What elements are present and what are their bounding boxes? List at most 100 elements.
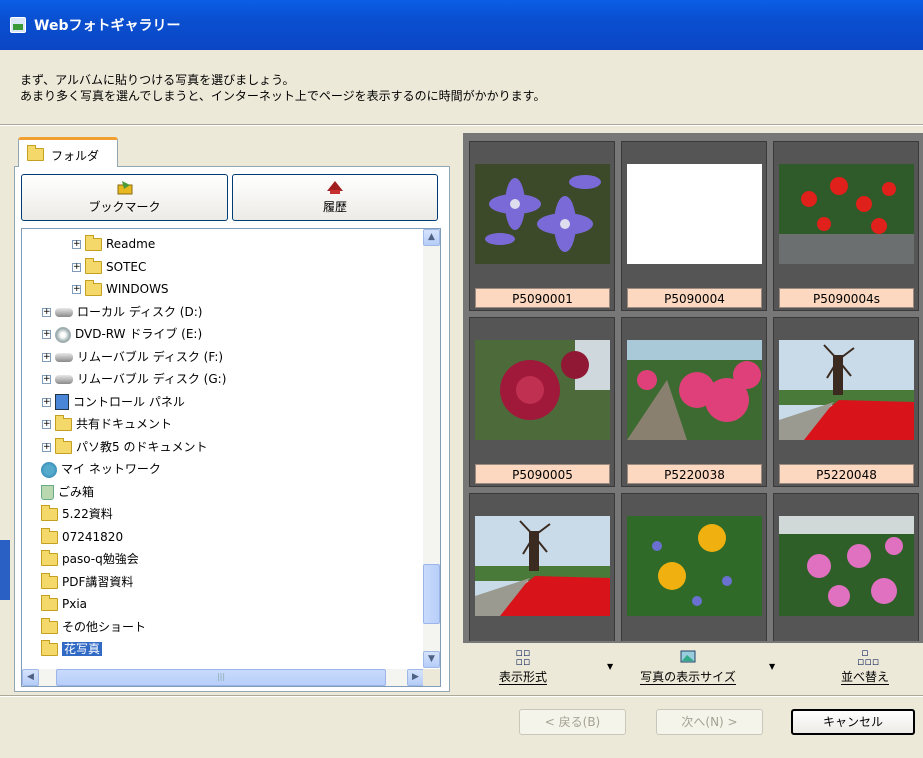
- scroll-up-button[interactable]: ▲: [423, 229, 440, 246]
- horizontal-scrollbar[interactable]: ◀ ||| ▶: [22, 669, 424, 686]
- tree-item[interactable]: ごみ箱: [28, 481, 94, 503]
- photo-image: [475, 516, 610, 616]
- title-bar[interactable]: Webフォトギャラリー: [0, 0, 923, 50]
- photo-size-dropdown-icon[interactable]: ▼: [769, 662, 775, 671]
- history-label: 履歴: [322, 200, 347, 214]
- divider: [0, 124, 923, 126]
- vertical-scrollbar[interactable]: ▲ ▼: [423, 229, 440, 668]
- tree-item-label: マイ ネットワーク: [61, 462, 161, 476]
- tab-folder[interactable]: フォルダ: [18, 137, 118, 167]
- photo-size-button[interactable]: 写真の表示サイズ: [623, 648, 753, 685]
- expand-icon[interactable]: +: [42, 307, 51, 317]
- view-toolbar: ▫▫ ▫▫ 表示形式 ▼ 写真の表示サイズ ▼ ▫ ▫▫▫ 並べ替え: [463, 646, 923, 694]
- tree-item[interactable]: 07241820: [28, 526, 123, 548]
- view-format-button[interactable]: ▫▫ ▫▫ 表示形式: [483, 646, 563, 685]
- photo-caption: P5220038: [627, 464, 762, 484]
- folder-tree[interactable]: + Readme + SOTEC + WINDOWS + ローカル ディスク (D:) + DVD…: [21, 228, 441, 687]
- tree-item[interactable]: Pxia: [28, 593, 87, 615]
- tree-item[interactable]: paso-q勉強会: [28, 548, 139, 570]
- expand-icon[interactable]: +: [42, 352, 51, 362]
- tree-item-label: paso-q勉強会: [62, 552, 139, 566]
- photo-image: [779, 340, 914, 440]
- photo-thumbnail[interactable]: [469, 493, 615, 641]
- history-icon: [327, 181, 343, 194]
- photo-thumbnail[interactable]: P5090004s: [773, 141, 919, 311]
- tree-item[interactable]: + SOTEC: [72, 256, 146, 278]
- horizontal-scroll-thumb[interactable]: |||: [56, 669, 386, 686]
- history-button[interactable]: 履歴: [232, 174, 438, 221]
- tree-item[interactable]: 5.22資料: [28, 503, 113, 525]
- back-button[interactable]: < 戻る(B): [519, 709, 626, 735]
- scroll-down-button[interactable]: ▼: [423, 651, 440, 668]
- photo-thumbnail[interactable]: P5090001: [469, 141, 615, 311]
- tree-item[interactable]: 花写真: [28, 638, 103, 660]
- scroll-corner: [423, 669, 440, 686]
- tree-item[interactable]: + Readme: [72, 233, 155, 255]
- instruction-line-2: あまり多く写真を選んでしまうと、インターネット上でページを表示するのに時間がかか…: [20, 89, 546, 103]
- tree-item-label: PDF講習資料: [62, 574, 134, 589]
- tree-item[interactable]: + リムーバブル ディスク (G:): [42, 368, 226, 390]
- next-button[interactable]: 次へ(N) >: [656, 709, 763, 735]
- photo-caption: P5090004: [627, 288, 762, 308]
- view-grid-icon: ▫▫ ▫▫: [515, 646, 531, 668]
- expand-icon[interactable]: +: [72, 285, 81, 294]
- folder-icon: [41, 505, 58, 521]
- photo-thumbnail[interactable]: P5090005: [469, 317, 615, 487]
- tree-item-label: Readme: [106, 237, 156, 251]
- folder-icon: [41, 595, 58, 611]
- photo-image: [627, 340, 762, 440]
- expand-icon[interactable]: +: [72, 240, 81, 249]
- photo-image: [475, 340, 610, 440]
- tree-item-label: ローカル ディスク (D:): [77, 304, 203, 319]
- photo-thumbnail[interactable]: [773, 493, 919, 641]
- tree-item[interactable]: + 共有ドキュメント: [42, 413, 172, 435]
- scroll-left-button[interactable]: ◀: [22, 669, 39, 686]
- tree-item[interactable]: + ローカル ディスク (D:): [42, 301, 202, 323]
- tree-item-label: リムーバブル ディスク (F:): [77, 349, 224, 364]
- photo-thumbnail[interactable]: P5220048: [773, 317, 919, 487]
- bookmark-icon: [117, 181, 132, 195]
- drive-icon: [55, 375, 73, 384]
- tree-item[interactable]: その他ショート: [28, 616, 146, 638]
- tree-item-label: 07241820: [62, 529, 124, 544]
- expand-icon[interactable]: +: [42, 330, 51, 339]
- network-icon: [41, 461, 57, 478]
- instructions: まず、アルバムに貼りつける写真を選びましょう。 あまり多く写真を選んでしまうと、…: [20, 72, 545, 104]
- tree-item[interactable]: + コントロール パネル: [42, 391, 185, 413]
- tree-item-label: コントロール パネル: [73, 394, 185, 409]
- photo-grid[interactable]: P5090001 P5090004 P5090004s P5090005 P522003…: [469, 141, 923, 641]
- sort-button[interactable]: ▫ ▫▫▫ 並べ替え: [825, 647, 905, 685]
- tree-item[interactable]: マイ ネットワーク: [28, 458, 161, 480]
- tree-item-label: SOTEC: [106, 259, 147, 274]
- tree-item-label: Pxia: [62, 597, 88, 611]
- expand-icon[interactable]: +: [72, 262, 81, 272]
- expand-icon[interactable]: +: [42, 397, 51, 407]
- tree-item[interactable]: + リムーバブル ディスク (F:): [42, 346, 223, 368]
- tree-item-label: ごみ箱: [58, 484, 95, 499]
- photo-image: [779, 164, 914, 264]
- photo-caption: P5220048: [779, 464, 914, 484]
- photo-thumbnail[interactable]: P5220038: [621, 317, 767, 487]
- tree-item[interactable]: + パソ教5 のドキュメント: [42, 436, 207, 458]
- folder-icon: [85, 280, 102, 296]
- folder-icon: [41, 550, 58, 566]
- bookmark-button[interactable]: ブックマーク: [21, 174, 228, 221]
- tree-item[interactable]: PDF講習資料: [28, 571, 133, 593]
- tree-item[interactable]: + WINDOWS: [72, 278, 169, 300]
- tree-item[interactable]: + DVD-RW ドライブ (E:): [42, 323, 202, 345]
- expand-icon[interactable]: +: [42, 375, 51, 384]
- tree-item-label: その他ショート: [62, 619, 147, 634]
- cancel-button[interactable]: キャンセル: [791, 709, 915, 735]
- dvd-icon: [55, 326, 71, 343]
- photo-thumbnail[interactable]: [621, 493, 767, 641]
- view-format-dropdown-icon[interactable]: ▼: [607, 662, 613, 671]
- photo-image: [627, 516, 762, 616]
- expand-icon[interactable]: +: [42, 420, 51, 429]
- tree-item-label: WINDOWS: [106, 282, 169, 296]
- expand-icon[interactable]: +: [42, 442, 51, 452]
- tree-item-label: 花写真: [62, 642, 103, 656]
- photo-thumbnail[interactable]: P5090004: [621, 141, 767, 311]
- scroll-right-button[interactable]: ▶: [407, 669, 424, 686]
- app-icon: [10, 17, 26, 33]
- vertical-scroll-thumb[interactable]: [423, 564, 440, 624]
